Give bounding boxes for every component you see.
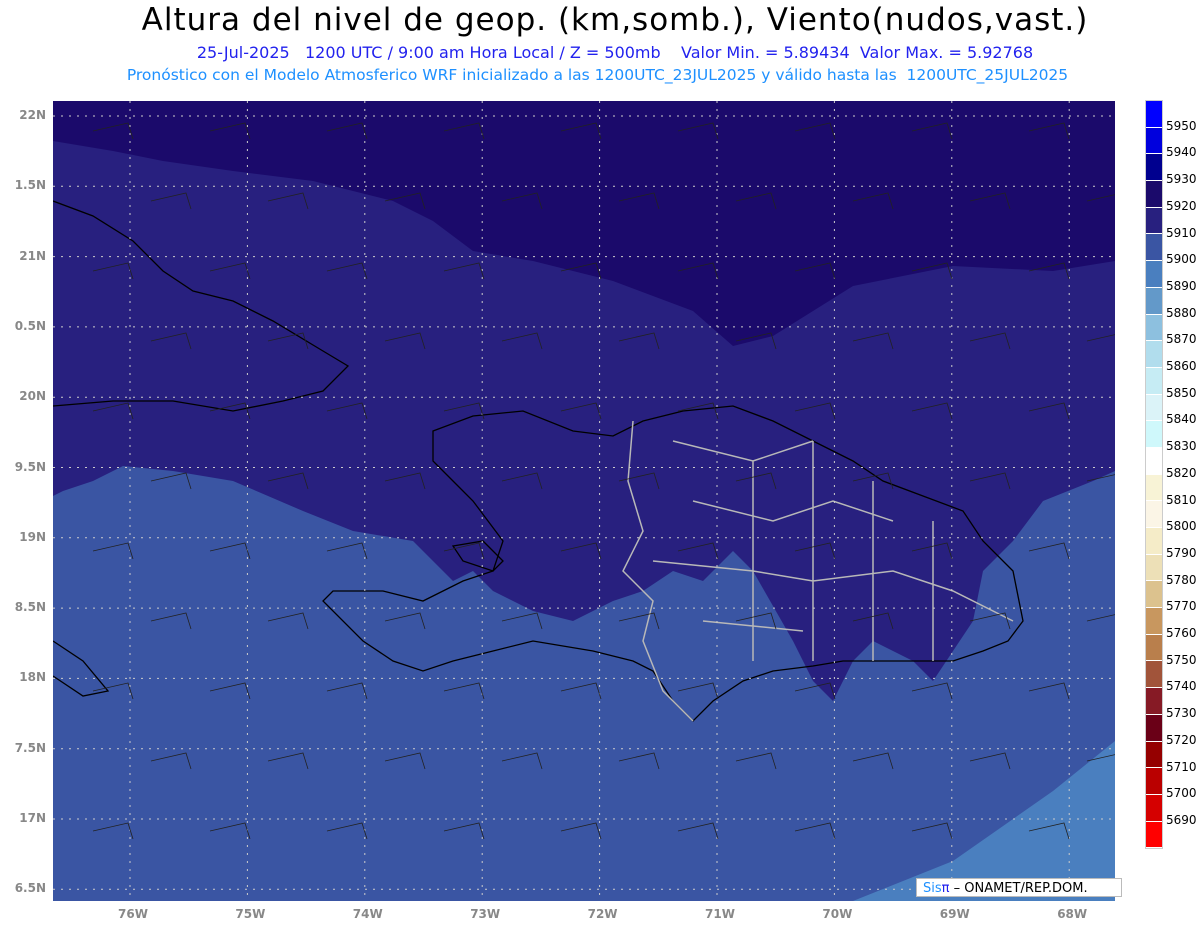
colorbar-label: 5830 — [1166, 439, 1197, 454]
colorbar-label: 5720 — [1166, 732, 1197, 747]
colorbar-label: 5760 — [1166, 626, 1197, 640]
colorbar-segment — [1146, 367, 1162, 395]
colorbar-segment — [1146, 528, 1162, 555]
colorbar-segment — [1146, 207, 1162, 235]
colorbar-label: 5780 — [1166, 572, 1197, 587]
colorbar-label: 5950 — [1166, 118, 1197, 133]
map-subtitle: 25-Jul-2025 1200 UTC / 9:00 am Hora Loca… — [196, 43, 1034, 62]
colorbar-label: 5850 — [1166, 385, 1197, 400]
colorbar-segment — [1146, 181, 1162, 208]
colorbar-label: 5690 — [1166, 812, 1197, 827]
colorbar-segment — [1146, 501, 1162, 528]
colorbar-segment — [1146, 741, 1162, 769]
colorbar-label: 5860 — [1166, 359, 1197, 373]
lat-tick: 8.5N — [14, 600, 46, 615]
colorbar-label: 5770 — [1166, 599, 1197, 614]
colorbar — [1145, 100, 1163, 850]
colorbar-segment — [1146, 688, 1162, 715]
colorbar-label: 5870 — [1166, 332, 1197, 347]
lon-tick: 69W — [939, 907, 970, 921]
colorbar-label: 5750 — [1166, 652, 1197, 667]
lat-tick: 7.5N — [14, 740, 46, 755]
colorbar-segment — [1146, 314, 1162, 342]
credit-brand: Sis — [923, 881, 942, 896]
colorbar-segment — [1146, 287, 1162, 315]
lat-tick: 9.5N — [14, 459, 46, 474]
colorbar-label: 5910 — [1166, 225, 1197, 240]
colorbar-segment — [1146, 554, 1162, 582]
lon-tick: 70W — [822, 907, 853, 921]
colorbar-segment — [1146, 714, 1162, 742]
lon-tick: 75W — [235, 907, 266, 921]
colorbar-label: 5840 — [1166, 412, 1197, 427]
lat-tick: 20N — [19, 389, 46, 404]
colorbar-segment — [1146, 154, 1162, 182]
credit-box: Sisπ – ONAMET/REP.DOM. — [916, 878, 1122, 897]
colorbar-segment — [1146, 261, 1162, 288]
colorbar-segment — [1146, 474, 1162, 502]
colorbar-segment — [1146, 234, 1162, 262]
colorbar-label: 5900 — [1166, 252, 1197, 267]
lon-tick: 76W — [118, 907, 148, 921]
lon-tick: 74W — [352, 907, 383, 921]
colorbar-label: 5700 — [1166, 786, 1197, 801]
colorbar-segment — [1146, 581, 1162, 609]
model-info: Pronóstico con el Modelo Atmosferico WRF… — [126, 66, 1069, 84]
colorbar-segment — [1146, 447, 1162, 475]
colorbar-segment — [1146, 341, 1162, 368]
lat-tick: 6.5N — [14, 881, 46, 896]
lon-tick: 72W — [587, 907, 618, 921]
lon-tick: 71W — [705, 907, 735, 921]
colorbar-label: 5710 — [1166, 759, 1197, 774]
lat-tick: 22N — [19, 108, 46, 122]
lat-tick: 17N — [19, 811, 46, 825]
lon-tick: 68W — [1057, 907, 1088, 921]
colorbar-label: 5730 — [1166, 706, 1197, 721]
map-title: Altura del nivel de geop. (km,somb.), Vi… — [141, 2, 1089, 38]
colorbar-label: 5940 — [1166, 145, 1197, 160]
lat-tick: 19N — [19, 529, 46, 544]
colorbar-segment — [1146, 768, 1162, 795]
colorbar-label: 5810 — [1166, 492, 1197, 507]
colorbar-label: 5740 — [1166, 679, 1197, 694]
lat-tick: 1.5N — [14, 178, 46, 193]
colorbar-label: 5930 — [1166, 172, 1197, 187]
lat-tick: 0.5N — [14, 318, 46, 333]
credit-text: – ONAMET/REP.DOM. — [949, 881, 1088, 896]
colorbar-label: 5820 — [1166, 465, 1197, 480]
colorbar-segment — [1146, 634, 1162, 662]
colorbar-label: 5890 — [1166, 278, 1197, 293]
colorbar-label: 5790 — [1166, 545, 1197, 560]
geopotential-map — [53, 101, 1115, 901]
colorbar-segment — [1146, 394, 1162, 422]
lat-tick: 21N — [19, 248, 46, 263]
colorbar-segment — [1146, 794, 1162, 822]
colorbar-label: 5920 — [1166, 198, 1197, 213]
lon-tick: 73W — [470, 907, 501, 921]
colorbar-segment — [1146, 821, 1162, 849]
colorbar-label: 5800 — [1166, 519, 1197, 534]
colorbar-segment — [1146, 661, 1162, 689]
colorbar-segment — [1146, 101, 1162, 128]
colorbar-segment — [1146, 127, 1162, 155]
colorbar-label: 5880 — [1166, 305, 1197, 320]
lat-tick: 18N — [19, 670, 46, 685]
colorbar-segment — [1146, 608, 1162, 635]
colorbar-segment — [1146, 421, 1162, 448]
